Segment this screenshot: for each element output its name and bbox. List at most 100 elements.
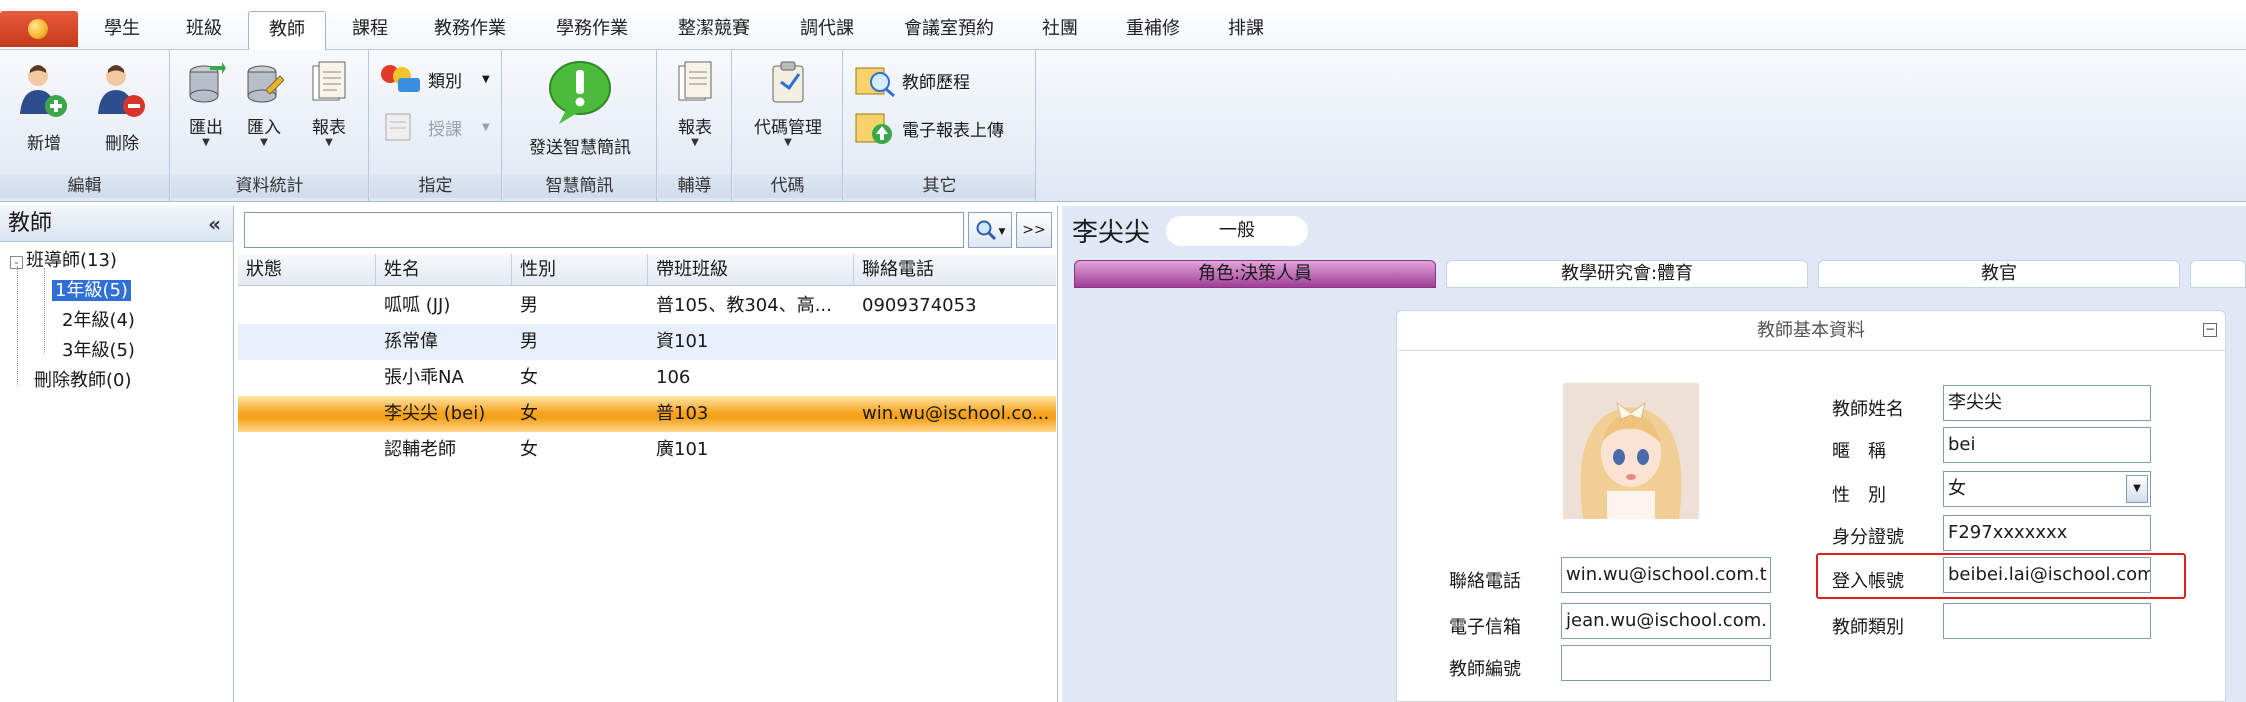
search-dropdown-icon: ▼	[998, 227, 1006, 237]
add-teacher-button[interactable]: 新增	[12, 60, 76, 154]
email-field[interactable]: jean.wu@ischool.com.	[1561, 603, 1771, 639]
tab-classes[interactable]: 班級	[172, 11, 236, 50]
ribbon-group-code: 代碼管理 ▼ 代碼	[733, 50, 843, 202]
cell-gender: 男	[520, 295, 538, 316]
nickname-field[interactable]: bei	[1943, 427, 2151, 463]
guidance-report-button[interactable]: 報表 ▼	[666, 60, 724, 148]
tab-scheduling[interactable]: 排課	[1214, 11, 1278, 50]
ribbon-group-stats: 匯出 ▼ 匯入 ▼ 報表 ▼ 資料統計	[171, 50, 369, 202]
cell-status	[238, 324, 376, 360]
column-header-gender[interactable]: 性別	[512, 254, 648, 286]
code-manage-button[interactable]: 代碼管理 ▼	[739, 60, 837, 148]
tab-room-booking[interactable]: 會議室預約	[890, 11, 1008, 50]
exclamation-bubble-icon	[549, 61, 611, 124]
database-export-icon	[189, 62, 226, 103]
teacher-photo[interactable]	[1563, 383, 1699, 519]
tab-courses[interactable]: 課程	[338, 11, 402, 50]
add-user-icon	[20, 65, 67, 117]
advanced-search-button[interactable]: >>	[1016, 212, 1052, 248]
login-account-field[interactable]: beibei.lai@ischool.com	[1943, 557, 2151, 593]
table-row[interactable]: 孫常偉 男 資101	[238, 324, 1056, 360]
table-row[interactable]: 呱呱 (JJ) 男 普105、教304、高... 0909374053	[238, 288, 1056, 324]
cell-class: 廣101	[656, 439, 709, 460]
ribbon-group-other: 教師歷程 電子報表上傳 其它	[844, 50, 1036, 202]
menu-bar: 學生 班級 教師 課程 教務作業 學務作業 整潔競賽 調代課 會議室預約 社團 …	[0, 0, 2246, 51]
e-report-upload-button[interactable]: 電子報表上傳	[854, 110, 1004, 146]
ribbon-group-assign: 類別 ▼ 授課 ▼ 指定	[370, 50, 502, 202]
export-label: 匯出	[189, 118, 223, 138]
collapse-panel-icon[interactable]: «	[208, 206, 221, 242]
search-button[interactable]: ▼	[968, 212, 1012, 248]
gender-select-value: 女	[1948, 478, 1966, 499]
category-button[interactable]: 類別 ▼	[378, 62, 490, 96]
cell-status	[238, 396, 376, 432]
teacher-type-field[interactable]	[1943, 603, 2151, 639]
tree-node-grade-1[interactable]: 1年級(5)	[52, 278, 131, 304]
column-header-status[interactable]: 狀態	[238, 254, 376, 286]
role-tab-pe-committee[interactable]: 教學研究會:體育	[1446, 260, 1808, 288]
report-icon	[678, 61, 712, 101]
column-header-class[interactable]: 帶班班級	[648, 254, 854, 286]
role-tab-military-instructor[interactable]: 教官	[1818, 260, 2180, 288]
tree-node-grade-2[interactable]: 2年級(4)	[62, 308, 135, 334]
stats-report-button[interactable]: 報表 ▼	[299, 60, 359, 148]
tab-students[interactable]: 學生	[90, 11, 154, 50]
tab-teachers[interactable]: 教師	[248, 11, 326, 51]
phone-field[interactable]: win.wu@ischool.com.t	[1561, 557, 1771, 593]
remove-user-icon	[98, 65, 145, 117]
tree-node-deleted[interactable]: 刪除教師(0)	[34, 368, 132, 394]
teach-button[interactable]: 授課 ▼	[378, 110, 490, 144]
teacher-detail-panel: 李尖尖 一般 角色:決策人員 教學研究會:體育 教官 教師基本資料 − 教師姓名…	[1062, 206, 2246, 702]
role-tab-more[interactable]	[2190, 260, 2246, 288]
import-button[interactable]: 匯入 ▼	[239, 60, 289, 148]
tab-cleaning-contest[interactable]: 整潔競賽	[664, 11, 764, 50]
tree-node-homeroom[interactable]: - 班導師(13)	[10, 248, 117, 274]
export-button[interactable]: 匯出 ▼	[181, 60, 231, 148]
column-header-name[interactable]: 姓名	[376, 254, 512, 286]
teacher-name-field[interactable]: 李尖尖	[1943, 385, 2151, 421]
code-manage-label: 代碼管理	[754, 118, 822, 138]
label-teacher-name: 教師姓名	[1832, 399, 1904, 420]
cell-status	[238, 288, 376, 324]
gender-select[interactable]: 女 ▼	[1943, 471, 2151, 507]
send-smart-sms-label: 發送智慧簡訊	[529, 138, 631, 158]
cell-gender: 女	[520, 403, 538, 424]
label-id-number: 身分證號	[1832, 527, 1904, 548]
import-label: 匯入	[247, 118, 281, 138]
delete-teacher-button[interactable]: 刪除	[90, 60, 154, 154]
tab-substitute[interactable]: 調代課	[786, 11, 868, 50]
cell-class: 普105、教304、高...	[656, 295, 832, 316]
export-dropdown-icon: ▼	[202, 137, 210, 148]
id-number-field[interactable]: F297xxxxxxx	[1943, 515, 2151, 551]
table-row-selected[interactable]: 李尖尖 (bei) 女 普103 win.wu@ischool.co...	[238, 396, 1056, 432]
cell-phone: win.wu@ischool.co...	[862, 403, 1050, 424]
card-header: 教師基本資料 −	[1397, 311, 2225, 351]
cell-status	[238, 360, 376, 396]
tab-clubs[interactable]: 社團	[1028, 11, 1092, 50]
tab-academic-affairs[interactable]: 教務作業	[420, 11, 520, 50]
column-header-phone[interactable]: 聯絡電話	[854, 254, 1056, 286]
teacher-tree-panel: 教師 « - 班導師(13) 1年級(5) 2年級(4) 3年級(5) 刪除教師(…	[0, 206, 234, 702]
tree-node-label: 刪除教師(0)	[34, 370, 132, 391]
teacher-history-button[interactable]: 教師歷程	[854, 62, 970, 98]
cell-gender: 女	[520, 367, 538, 388]
cell-name: 認輔老師	[384, 439, 456, 460]
cell-class: 普103	[656, 403, 709, 424]
search-input[interactable]	[244, 212, 964, 248]
role-tab-decision-maker[interactable]: 角色:決策人員	[1074, 260, 1436, 288]
app-menu-button[interactable]	[0, 11, 78, 47]
code-clipboard-icon	[772, 61, 804, 103]
tree-node-grade-3[interactable]: 3年級(5)	[62, 338, 135, 364]
tab-makeup[interactable]: 重補修	[1112, 11, 1194, 50]
upload-icon	[855, 113, 892, 144]
cell-gender: 男	[520, 331, 538, 352]
table-row[interactable]: 張小乖NA 女 106	[238, 360, 1056, 396]
card-collapse-icon[interactable]: −	[2203, 323, 2217, 337]
chevron-down-icon[interactable]: ▼	[2126, 475, 2148, 503]
table-row[interactable]: 認輔老師 女 廣101	[238, 432, 1056, 468]
tab-student-affairs[interactable]: 學務作業	[542, 11, 642, 50]
teacher-no-field[interactable]	[1561, 645, 1771, 681]
avatar	[1563, 383, 1699, 519]
ribbon-group-stats-label: 資料統計	[171, 174, 368, 198]
send-smart-sms-button[interactable]: 發送智慧簡訊	[517, 58, 643, 158]
